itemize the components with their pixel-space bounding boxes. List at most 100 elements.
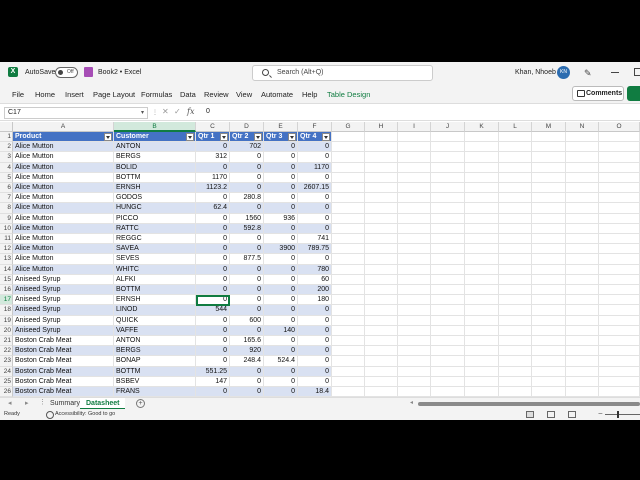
table-cell[interactable]: Alice Mutton: [13, 213, 114, 224]
empty-cell[interactable]: [365, 132, 398, 143]
empty-cell[interactable]: [431, 183, 465, 194]
table-cell[interactable]: ANTON: [114, 142, 196, 153]
table-cell[interactable]: 0: [298, 366, 332, 377]
empty-cell[interactable]: [499, 183, 532, 194]
empty-cell[interactable]: [499, 376, 532, 387]
table-cell[interactable]: 780: [298, 264, 332, 275]
maximize-icon[interactable]: [634, 68, 640, 76]
table-cell[interactable]: 600: [230, 315, 264, 326]
table-cell[interactable]: 0: [230, 325, 264, 336]
empty-cell[interactable]: [332, 285, 365, 296]
table-cell[interactable]: Aniseed Syrup: [13, 315, 114, 326]
empty-cell[interactable]: [365, 152, 398, 163]
empty-cell[interactable]: [599, 152, 640, 163]
empty-cell[interactable]: [365, 346, 398, 357]
empty-cell[interactable]: [532, 183, 566, 194]
empty-cell[interactable]: [431, 325, 465, 336]
empty-cell[interactable]: [398, 132, 431, 143]
empty-cell[interactable]: [499, 346, 532, 357]
table-cell[interactable]: 0: [298, 203, 332, 214]
row-header[interactable]: 4: [0, 162, 13, 173]
row-header[interactable]: 17: [0, 295, 13, 306]
document-title[interactable]: Book2 • Excel: [98, 69, 141, 76]
empty-cell[interactable]: [532, 346, 566, 357]
table-cell[interactable]: Alice Mutton: [13, 162, 114, 173]
table-cell[interactable]: 592.8: [230, 223, 264, 234]
table-cell[interactable]: 60: [298, 274, 332, 285]
table-cell[interactable]: 0: [230, 183, 264, 194]
empty-cell[interactable]: [599, 254, 640, 265]
table-cell[interactable]: BERGS: [114, 152, 196, 163]
empty-cell[interactable]: [599, 356, 640, 367]
table-cell[interactable]: 0: [196, 234, 230, 245]
table-cell[interactable]: SAVEA: [114, 244, 196, 255]
empty-cell[interactable]: [465, 346, 499, 357]
tab-review[interactable]: Review: [204, 90, 229, 99]
empty-cell[interactable]: [465, 285, 499, 296]
table-cell[interactable]: 0: [196, 223, 230, 234]
table-cell[interactable]: ERNSH: [114, 295, 196, 306]
empty-cell[interactable]: [599, 295, 640, 306]
empty-cell[interactable]: [532, 387, 566, 397]
select-all-corner[interactable]: [0, 122, 13, 132]
empty-cell[interactable]: [465, 376, 499, 387]
empty-cell[interactable]: [365, 213, 398, 224]
empty-cell[interactable]: [431, 264, 465, 275]
empty-cell[interactable]: [398, 142, 431, 153]
empty-cell[interactable]: [599, 244, 640, 255]
table-cell[interactable]: Boston Crab Meat: [13, 366, 114, 377]
empty-cell[interactable]: [599, 172, 640, 183]
table-cell[interactable]: Alice Mutton: [13, 234, 114, 245]
empty-cell[interactable]: [465, 387, 499, 397]
table-cell[interactable]: 0: [230, 264, 264, 275]
empty-cell[interactable]: [566, 387, 599, 397]
empty-cell[interactable]: [332, 274, 365, 285]
empty-cell[interactable]: [431, 305, 465, 316]
table-cell[interactable]: Alice Mutton: [13, 203, 114, 214]
table-cell[interactable]: 789.75: [298, 244, 332, 255]
empty-cell[interactable]: [332, 264, 365, 275]
empty-cell[interactable]: [398, 346, 431, 357]
empty-cell[interactable]: [532, 162, 566, 173]
empty-cell[interactable]: [365, 183, 398, 194]
empty-cell[interactable]: [499, 264, 532, 275]
empty-cell[interactable]: [365, 223, 398, 234]
empty-cell[interactable]: [332, 223, 365, 234]
tab-view[interactable]: View: [236, 90, 252, 99]
empty-cell[interactable]: [398, 356, 431, 367]
table-cell[interactable]: ERNSH: [114, 183, 196, 194]
row-header[interactable]: 12: [0, 244, 13, 255]
table-cell[interactable]: 0: [230, 274, 264, 285]
table-cell[interactable]: 62.4: [196, 203, 230, 214]
row-header[interactable]: 18: [0, 305, 13, 316]
empty-cell[interactable]: [365, 234, 398, 245]
table-cell[interactable]: 0: [264, 183, 298, 194]
table-cell[interactable]: 0: [196, 285, 230, 296]
table-cell[interactable]: RATTC: [114, 223, 196, 234]
empty-cell[interactable]: [465, 366, 499, 377]
row-header[interactable]: 21: [0, 336, 13, 347]
tab-table-design[interactable]: Table Design: [327, 90, 370, 99]
tab-home[interactable]: Home: [35, 90, 55, 99]
next-sheet-icon[interactable]: ▸: [25, 399, 29, 407]
empty-cell[interactable]: [398, 285, 431, 296]
empty-cell[interactable]: [499, 223, 532, 234]
table-header-cell[interactable]: Customer: [114, 132, 196, 143]
row-header[interactable]: 24: [0, 366, 13, 377]
empty-cell[interactable]: [599, 234, 640, 245]
empty-cell[interactable]: [398, 254, 431, 265]
share-button[interactable]: [627, 86, 640, 101]
empty-cell[interactable]: [532, 223, 566, 234]
table-cell[interactable]: REGGC: [114, 234, 196, 245]
name-box[interactable]: C17 ▾: [4, 107, 148, 119]
table-cell[interactable]: 0: [196, 336, 230, 347]
empty-cell[interactable]: [365, 193, 398, 204]
empty-cell[interactable]: [566, 285, 599, 296]
empty-cell[interactable]: [499, 325, 532, 336]
empty-cell[interactable]: [398, 305, 431, 316]
empty-cell[interactable]: [499, 142, 532, 153]
empty-cell[interactable]: [532, 234, 566, 245]
worksheet-grid[interactable]: A B C D E F G H I J K L M N O 1 Product Customer Qtr 1 Qtr …: [0, 122, 640, 397]
table-cell[interactable]: Alice Mutton: [13, 223, 114, 234]
table-cell[interactable]: Alice Mutton: [13, 264, 114, 275]
